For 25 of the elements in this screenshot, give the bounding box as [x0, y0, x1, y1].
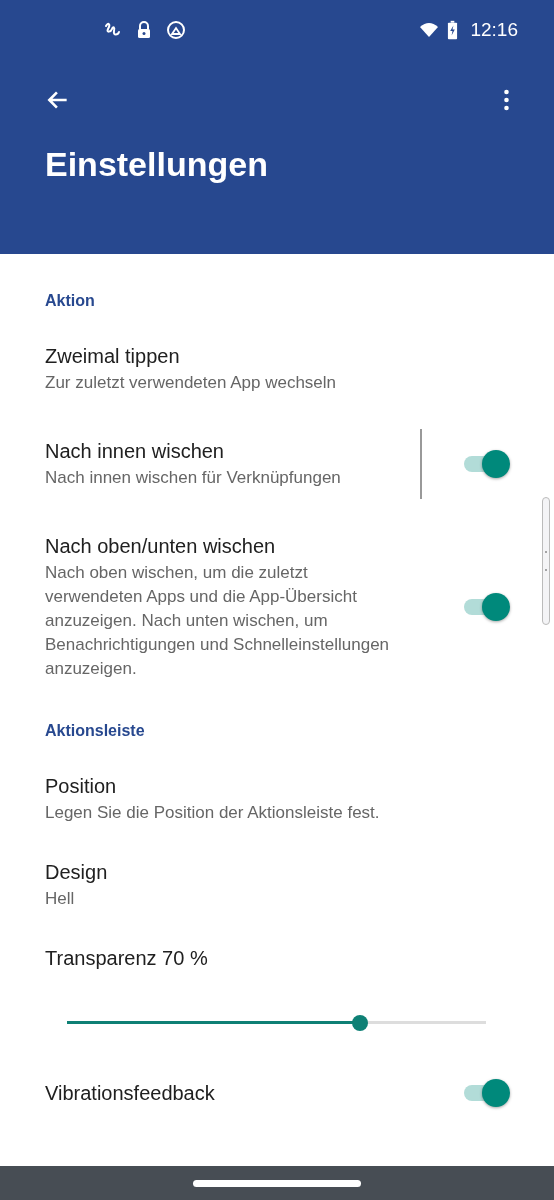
setting-title: Position	[45, 774, 118, 799]
setting-title: Design	[45, 860, 109, 885]
setting-description: Zur zuletzt verwendeten App wechseln	[45, 372, 338, 394]
setting-title: Nach innen wischen	[45, 439, 225, 464]
toggle-switch[interactable]	[462, 592, 508, 622]
setting-description: Nach oben wischen, um die zuletzt verwendeten Apps und die App-Übersicht anzuzeigen. Nach unten wischen, um Benachrichtigungen und Schnelleinstellungen anzuzeigen.	[45, 562, 390, 680]
toggle-switch[interactable]	[462, 1078, 508, 1108]
setting-description: Hell	[45, 888, 76, 910]
setting-description: Legen Sie die Position der Aktionsleiste fest.	[45, 802, 381, 824]
setting-title: Vibrationsfeedback	[45, 1081, 216, 1106]
toggle-switch[interactable]	[462, 449, 508, 479]
scrollbar[interactable]	[542, 497, 550, 625]
battery-icon	[447, 20, 459, 40]
home-handle[interactable]	[193, 1180, 361, 1187]
clock: 12:16	[470, 19, 518, 41]
section-header: Aktionsleiste	[45, 721, 146, 741]
section-header: Aktion	[45, 291, 96, 311]
circle-icon	[166, 20, 186, 40]
slider-thumb[interactable]	[352, 1015, 369, 1031]
page-title: Einstellungen	[45, 144, 269, 184]
setting-title: Nach oben/unten wischen	[45, 534, 277, 559]
setting-title: Transparenz 70 %	[45, 946, 209, 971]
setting-description: Nach innen wischen für Verknüpfungen	[45, 467, 342, 489]
setting-title: Zweimal tippen	[45, 344, 181, 369]
more-options-icon[interactable]	[503, 88, 510, 112]
